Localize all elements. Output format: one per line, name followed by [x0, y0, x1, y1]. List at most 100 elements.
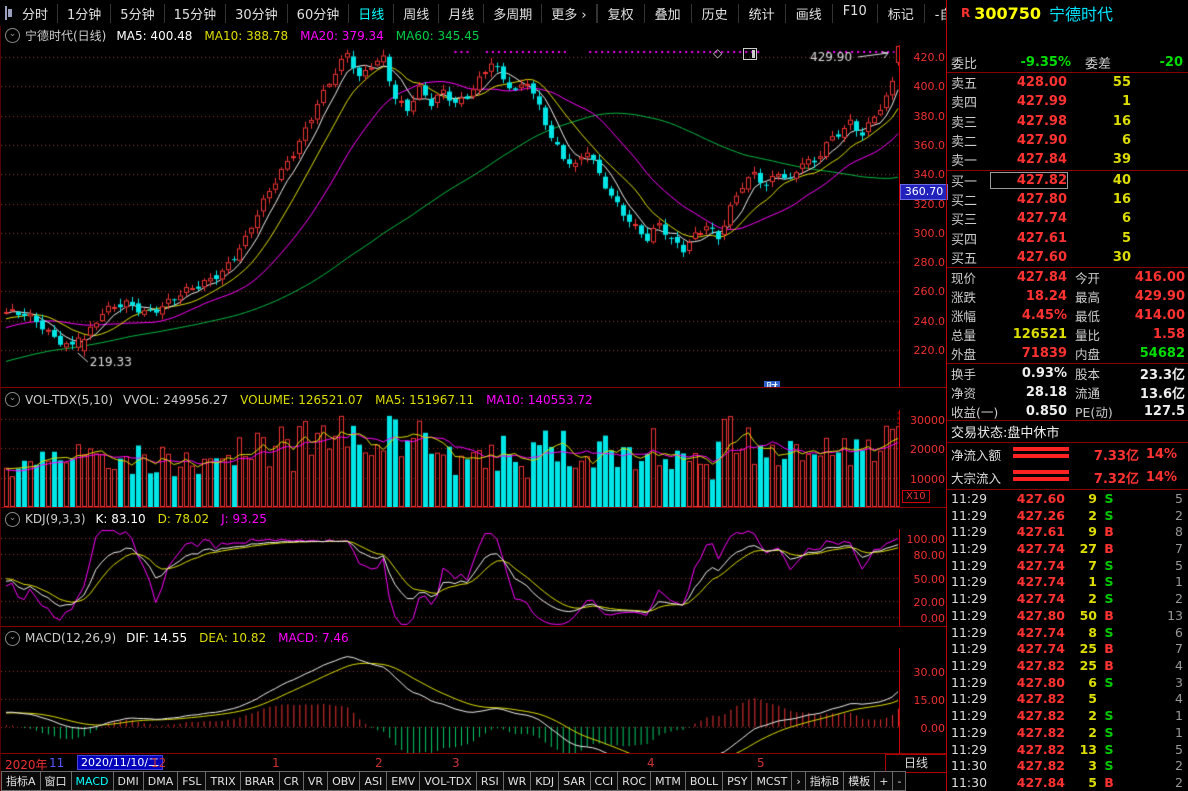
indicator-tab-BRAR[interactable]: BRAR [241, 771, 280, 791]
book-price[interactable]: 427.90 [991, 133, 1067, 148]
book-price[interactable]: 427.74 [991, 211, 1067, 226]
price-axis-label: 380.0 [914, 110, 946, 123]
book-price[interactable]: 427.60 [991, 250, 1067, 265]
menu-item-月线[interactable]: 月线 [439, 4, 484, 23]
indicator-tab-ASI[interactable]: ASI [360, 771, 387, 791]
indicator-tab--[interactable]: - [893, 771, 906, 791]
indicator-tab-MCST[interactable]: MCST [752, 771, 792, 791]
book-price[interactable]: 427.80 [991, 192, 1067, 207]
stock-code: 300750 [974, 4, 1041, 23]
tick-volume: 6 [1065, 675, 1097, 690]
ask-row[interactable]: 卖五428.0055 [947, 73, 1188, 92]
menu-item-30分钟[interactable]: 30分钟 [226, 4, 288, 23]
bid-row[interactable]: 买四427.615 [947, 228, 1188, 247]
ask-row[interactable]: 卖一427.8439 [947, 150, 1188, 169]
tick-price: 427.74 [991, 591, 1065, 606]
book-price[interactable]: 427.84 [991, 152, 1067, 167]
indicator-tab-PSY[interactable]: PSY [723, 771, 752, 791]
flow-value: 7.33亿 [1075, 445, 1139, 464]
legend-item: MACD: 7.46 [278, 631, 349, 645]
tick-side: S [1097, 625, 1121, 640]
indicator-tab-MACD[interactable]: MACD [72, 771, 114, 791]
indicator-tab-›[interactable]: › [792, 771, 805, 791]
menu-item-日线[interactable]: 日线 [349, 4, 394, 23]
chart-column: ⌄ 宁德时代(日线) MA5: 400.48MA10: 388.78MA20: … [0, 26, 947, 791]
indicator-tab-CCI[interactable]: CCI [591, 771, 619, 791]
menu-item-历史[interactable]: 历史 [691, 4, 738, 23]
indicator-tab-FSL[interactable]: FSL [178, 771, 206, 791]
indicator-tab-模板[interactable]: 模板 [844, 771, 875, 791]
chevron-down-icon[interactable]: ⌄ [5, 631, 20, 646]
candlestick-chart[interactable] [1, 45, 899, 387]
macd-chart[interactable] [1, 648, 899, 753]
book-price[interactable]: 428.00 [991, 75, 1067, 90]
tick-price: 427.82 [991, 691, 1065, 706]
legend-item: DIF: 14.55 [126, 631, 187, 645]
indicator-tab-BOLL[interactable]: BOLL [686, 771, 723, 791]
volume-chart[interactable] [1, 410, 899, 507]
diamond-icon[interactable]: ◇ [713, 46, 722, 60]
menu-item-60分钟[interactable]: 60分钟 [288, 4, 350, 23]
legend-item: D: 78.02 [158, 512, 209, 526]
indicator-tab-CR[interactable]: CR [280, 771, 304, 791]
indicator-tab-窗口[interactable]: 窗口 [41, 771, 72, 791]
indicator-tab-ROC[interactable]: ROC [618, 771, 651, 791]
indicator-tab-指标B[interactable]: 指标B [806, 771, 845, 791]
bid-row[interactable]: 买二427.8016 [947, 190, 1188, 209]
chevron-down-icon[interactable]: ⌄ [5, 392, 20, 407]
chevron-down-icon[interactable]: ⌄ [5, 28, 20, 43]
menu-item-更多 ›[interactable]: 更多 › [542, 4, 596, 23]
window-icon[interactable] [5, 6, 7, 20]
menu-item-统计[interactable]: 统计 [738, 4, 785, 23]
stat-label: 涨跌 [947, 287, 1005, 306]
price-axis-label: 420.0 [914, 51, 946, 64]
menu-item-1分钟[interactable]: 1分钟 [58, 4, 111, 23]
indicator-tab-RSI[interactable]: RSI [477, 771, 504, 791]
book-level-label: 买五 [947, 248, 991, 267]
menu-item-多周期[interactable]: 多周期 [484, 4, 542, 23]
menu-item-标记[interactable]: 标记 [877, 4, 924, 23]
indicator-tab-TRIX[interactable]: TRIX [206, 771, 240, 791]
menu-item-周线[interactable]: 周线 [394, 4, 439, 23]
menu-item-叠加[interactable]: 叠加 [644, 4, 691, 23]
indicator-tab-DMA[interactable]: DMA [144, 771, 179, 791]
tick-volume: 9 [1065, 524, 1097, 539]
menu-item-分时[interactable]: 分时 [13, 4, 58, 23]
date-axis-label: 3 [452, 756, 460, 770]
book-price[interactable]: 427.82 [991, 173, 1067, 188]
book-price[interactable]: 427.61 [991, 231, 1067, 246]
menu-item-复权[interactable]: 复权 [597, 4, 644, 23]
indicator-tab-OBV[interactable]: OBV [328, 771, 360, 791]
menu-item-15分钟[interactable]: 15分钟 [165, 4, 227, 23]
indicator-tab-MTM[interactable]: MTM [651, 771, 686, 791]
indicator-tab-指标A[interactable]: 指标A [1, 771, 41, 791]
ask-row[interactable]: 卖二427.906 [947, 131, 1188, 150]
bid-row[interactable]: 买三427.746 [947, 209, 1188, 228]
menu-item-5分钟[interactable]: 5分钟 [111, 4, 164, 23]
indicator-tab-DMI[interactable]: DMI [114, 771, 144, 791]
menu-item-F10[interactable]: F10 [832, 4, 877, 23]
indicator-tab-EMV[interactable]: EMV [387, 771, 420, 791]
indicator-tab-WR[interactable]: WR [504, 771, 532, 791]
book-price[interactable]: 427.98 [991, 114, 1067, 129]
indicator-tab-VOL-TDX[interactable]: VOL-TDX [420, 771, 477, 791]
menu-item-画线[interactable]: 画线 [785, 4, 832, 23]
bid-row[interactable]: 买一427.8240 [947, 171, 1188, 190]
tick-list[interactable]: 11:29427.609S511:29427.262S211:29427.619… [947, 490, 1188, 791]
order-book: 卖五428.0055卖四427.991卖三427.9816卖二427.906卖一… [947, 73, 1188, 268]
indicator-tab-KDJ[interactable]: KDJ [531, 771, 559, 791]
bid-row[interactable]: 买五427.6030 [947, 248, 1188, 267]
panel-toggle-icon[interactable] [743, 48, 757, 60]
tick-volume: 3 [1065, 758, 1097, 773]
flow-value: 7.32亿 [1075, 468, 1139, 487]
kdj-chart[interactable] [1, 529, 899, 626]
chevron-down-icon[interactable]: ⌄ [5, 512, 20, 527]
weicha-value: -20 [1141, 55, 1188, 70]
indicator-tab-+[interactable]: + [875, 771, 893, 791]
indicator-tab-SAR[interactable]: SAR [559, 771, 590, 791]
status-value: 盘中休市 [1007, 422, 1059, 441]
book-price[interactable]: 427.99 [991, 94, 1067, 109]
ask-row[interactable]: 卖四427.991 [947, 92, 1188, 111]
indicator-tab-VR[interactable]: VR [304, 771, 328, 791]
ask-row[interactable]: 卖三427.9816 [947, 112, 1188, 131]
